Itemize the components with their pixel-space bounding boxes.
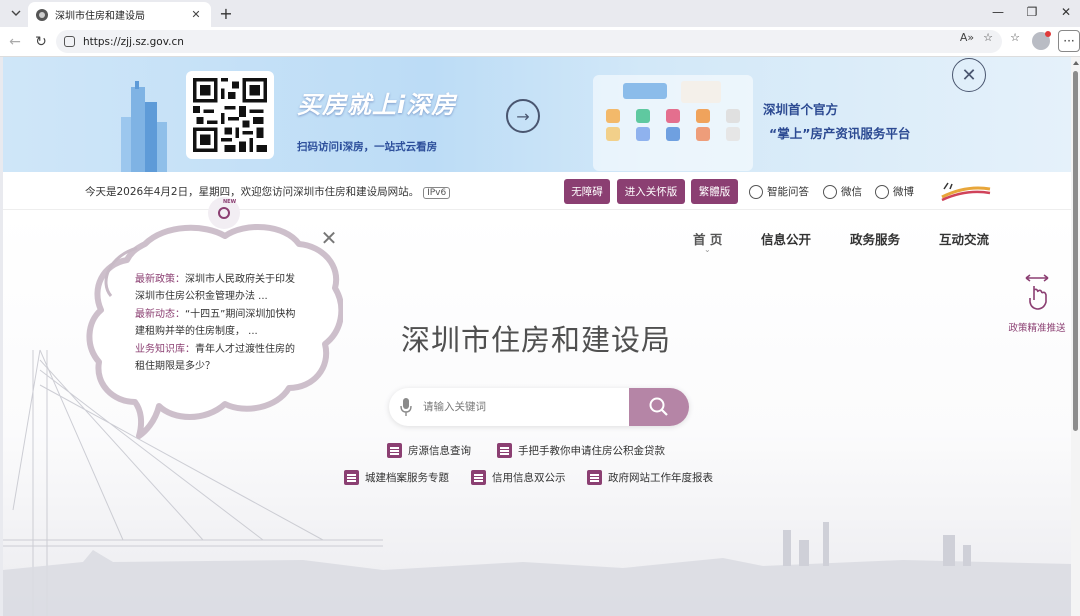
- quicklink-credit-info[interactable]: 信用信息双公示: [471, 470, 566, 485]
- search-box: [389, 388, 689, 426]
- promo-title: 深圳首个官方: [763, 102, 839, 117]
- scroll-up-icon[interactable]: [1073, 61, 1079, 65]
- new-badge: NEW: [223, 199, 237, 205]
- quicklink-annual-report[interactable]: 政府网站工作年度报表: [587, 470, 713, 485]
- weibo-link[interactable]: 微博: [875, 184, 914, 199]
- lock-icon: [64, 36, 75, 47]
- accessible-button[interactable]: 无障碍: [564, 179, 610, 204]
- chevron-down-icon: ⌄: [704, 245, 711, 254]
- site-favicon-icon: [36, 8, 48, 21]
- top-info-bar: 今天是2026年4月2日，星期四，欢迎您访问深圳市住房和建设局网站。 IPv6 无…: [3, 172, 1071, 210]
- elderly-mode-button[interactable]: 进入关怀版: [617, 179, 685, 204]
- back-button[interactable]: ←: [6, 33, 24, 51]
- qr-code: [186, 71, 274, 159]
- quicklink-fund-loan[interactable]: 手把手教你申请住房公积金贷款: [497, 443, 665, 458]
- ipv6-badge: IPv6: [423, 187, 451, 199]
- page-title: 深圳市住房和建设局: [401, 323, 672, 357]
- scrollbar-thumb[interactable]: [1073, 71, 1078, 431]
- profile-avatar[interactable]: [1032, 31, 1051, 50]
- search-input[interactable]: [423, 395, 623, 419]
- arrow-right-icon: →: [506, 99, 540, 133]
- nav-info-disclosure[interactable]: 信息公开: [761, 229, 811, 248]
- hand-pointer-icon: [1025, 274, 1049, 310]
- new-tab-button[interactable]: +: [216, 3, 236, 23]
- card-icon: [497, 443, 512, 458]
- microphone-icon[interactable]: [399, 397, 413, 417]
- minimize-button[interactable]: —: [985, 3, 1011, 21]
- favorite-star-icon[interactable]: ☆: [979, 31, 997, 44]
- policy-push-label: 政策精准推送: [1008, 323, 1066, 334]
- quicklink-label: 城建档案服务专题: [365, 472, 449, 484]
- wechat-label: 微信: [841, 186, 862, 198]
- settings-more-button[interactable]: ···: [1058, 30, 1080, 52]
- document-icon: [587, 470, 602, 485]
- browser-tab-bar: 深圳市住房和建设局 ✕ + — ❐ ✕: [0, 0, 1080, 27]
- smart-qa-icon: [749, 184, 763, 199]
- archive-icon: [344, 470, 359, 485]
- page-scrollbar[interactable]: [1071, 57, 1080, 616]
- quicklink-label: 手把手教你申请住房公积金贷款: [518, 445, 665, 457]
- page-viewport: 买房就上i深房 扫码访问i深房，一站式云看房 → 深圳首个官方 “掌上”房产资讯…: [3, 57, 1071, 616]
- policy-push-widget[interactable]: 政策精准推送: [1003, 272, 1071, 334]
- nav-interaction[interactable]: 互动交流: [939, 229, 989, 248]
- news-item-policy[interactable]: 最新政策：深圳市人民政府关于印发深圳市住房公积金管理办法 ...: [135, 271, 301, 305]
- wechat-link[interactable]: 微信: [823, 184, 862, 199]
- search-button[interactable]: [629, 388, 689, 426]
- quicklink-label: 房源信息查询: [408, 445, 471, 457]
- banner-slogan-sub: 扫码访问i深房，一站式云看房: [297, 141, 438, 153]
- search-icon: [649, 397, 668, 416]
- quicklink-housing-query[interactable]: 房源信息查询: [387, 443, 471, 458]
- restore-button[interactable]: ❐: [1019, 3, 1045, 21]
- shenzhen-logo[interactable]: [940, 181, 992, 203]
- date-welcome-text: 今天是2026年4月2日，星期四，欢迎您访问深圳市住房和建设局网站。: [85, 186, 420, 198]
- banner-close-icon[interactable]: ✕: [952, 58, 986, 92]
- tab-list-chevron-icon[interactable]: [6, 4, 26, 22]
- traditional-chinese-button[interactable]: 繁體版: [691, 179, 738, 204]
- smart-qa-label: 智能问答: [767, 186, 809, 198]
- url-text[interactable]: https://zjj.sz.gov.cn: [83, 36, 184, 48]
- send-icon: [471, 470, 486, 485]
- nav-gov-services[interactable]: 政务服务: [850, 229, 900, 248]
- promo-subtitle: “掌上”房产资讯服务平台: [769, 126, 911, 141]
- app-promo-banner[interactable]: 买房就上i深房 扫码访问i深房，一站式云看房 → 深圳首个官方 “掌上”房产资讯…: [3, 57, 1071, 172]
- tab-title: 深圳市住房和建设局: [55, 11, 145, 22]
- banner-slogan: 买房就上i深房: [297, 91, 457, 119]
- smart-qa-link[interactable]: 智能问答: [749, 184, 809, 199]
- window-close-button[interactable]: ✕: [1053, 3, 1079, 21]
- weibo-label: 微博: [893, 186, 914, 198]
- quicklink-label: 政府网站工作年度报表: [608, 472, 713, 484]
- wechat-icon: [823, 184, 837, 199]
- browser-tab[interactable]: 深圳市住房和建设局 ✕: [28, 2, 211, 27]
- refresh-button[interactable]: ↻: [32, 33, 50, 51]
- bubble-news-list: 最新政策：深圳市人民政府关于印发深圳市住房公积金管理办法 ... 最新动态：“十…: [135, 271, 301, 376]
- quicklink-archives[interactable]: 城建档案服务专题: [344, 470, 449, 485]
- building-icon: [387, 443, 402, 458]
- app-screenshot: [593, 75, 753, 171]
- city-skyline-icon: [121, 81, 167, 172]
- tab-close-icon[interactable]: ✕: [189, 8, 203, 21]
- collections-icon[interactable]: ☆: [1006, 31, 1024, 44]
- news-item-news[interactable]: 最新动态：“十四五”期间深圳加快构建租购并举的住房制度， ...: [135, 306, 301, 340]
- weibo-icon: [875, 184, 889, 199]
- read-aloud-icon[interactable]: A»: [958, 31, 976, 44]
- quicklink-label: 信用信息双公示: [492, 472, 566, 484]
- omnibox[interactable]: https://zjj.sz.gov.cn: [56, 30, 1002, 53]
- bubble-close-icon[interactable]: ✕: [319, 226, 339, 250]
- news-item-knowledge[interactable]: 业务知识库：青年人才过渡性住房的租住期限是多少？: [135, 341, 301, 375]
- date-welcome: 今天是2026年4月2日，星期四，欢迎您访问深圳市住房和建设局网站。 IPv6: [85, 184, 451, 199]
- browser-address-bar: ← ↻ https://zjj.sz.gov.cn A» ☆ ☆: [0, 27, 1080, 57]
